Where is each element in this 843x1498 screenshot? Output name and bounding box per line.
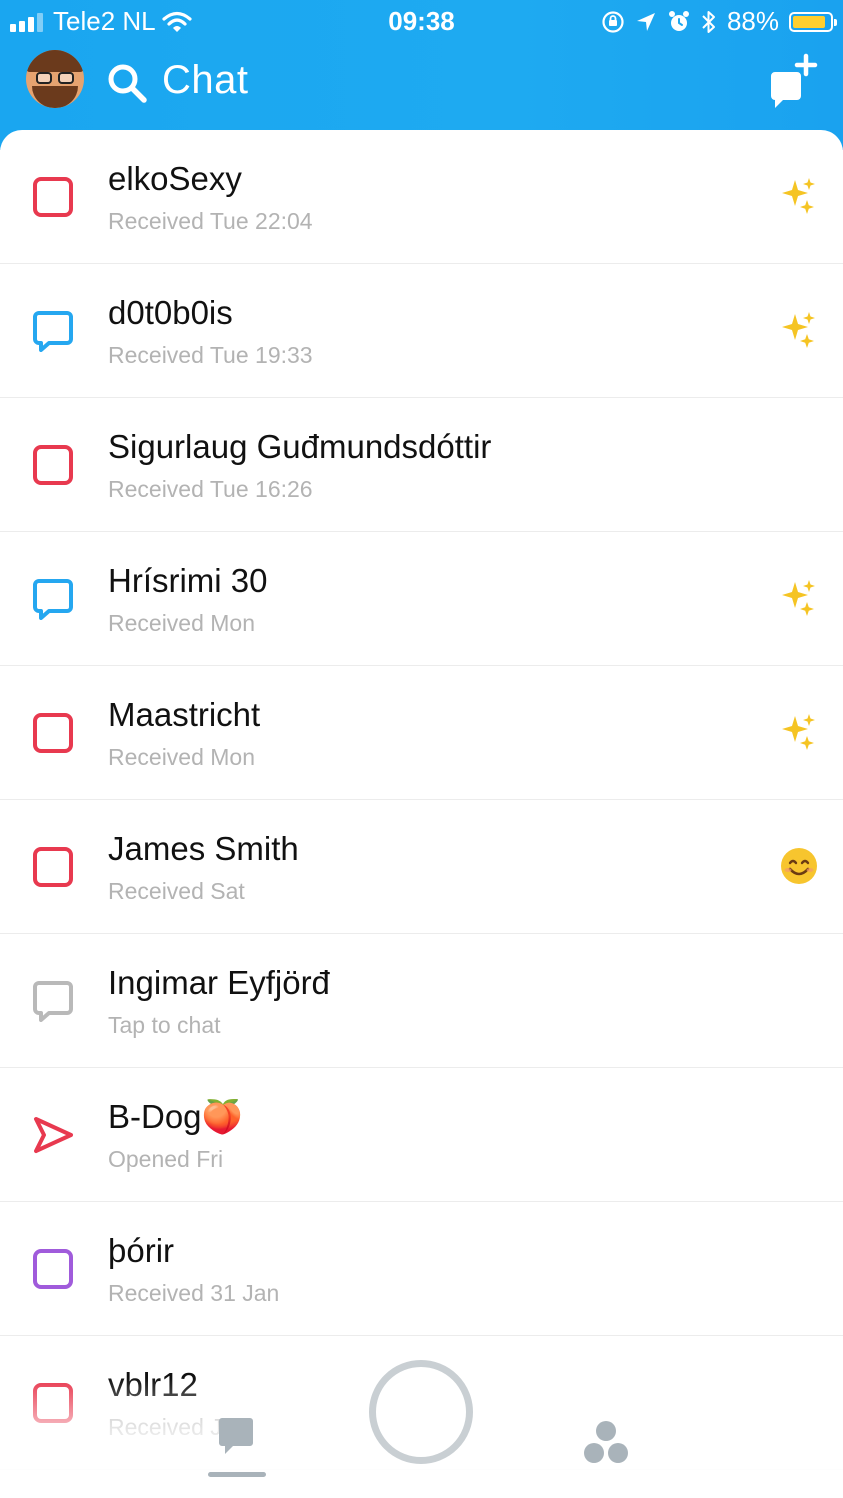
chat-nav-indicator bbox=[208, 1472, 266, 1477]
chat-name: Ingimar Eyfjörđ bbox=[108, 964, 330, 1001]
chat-row[interactable]: Maastricht Received Mon bbox=[0, 666, 843, 800]
battery-icon bbox=[789, 11, 837, 32]
chat-row[interactable]: Ingimar Eyfjörđ Tap to chat bbox=[0, 934, 843, 1068]
chat-row[interactable]: þórir Received 31 Jan bbox=[0, 1202, 843, 1336]
status-bar: Tele2 NL 09:38 88% bbox=[0, 0, 843, 44]
avatar-glasses bbox=[34, 72, 76, 84]
status-bar-right: 88% bbox=[601, 6, 837, 37]
chat-bubble-icon bbox=[33, 579, 73, 620]
snap-square-icon bbox=[33, 1249, 73, 1289]
snap-square-icon bbox=[33, 445, 73, 485]
snap-square-icon bbox=[33, 713, 73, 753]
battery-level bbox=[793, 15, 825, 28]
search-icon[interactable] bbox=[106, 62, 148, 104]
chat-row[interactable]: d0t0b0is Received Tue 19:33 bbox=[0, 264, 843, 398]
chat-status: Received 31 Jan bbox=[108, 1280, 280, 1306]
bitmoji-avatar[interactable] bbox=[26, 50, 84, 108]
capture-button[interactable] bbox=[369, 1360, 473, 1464]
sparkles-icon bbox=[782, 714, 815, 750]
avatar-hair bbox=[26, 50, 84, 72]
sparkles-icon bbox=[782, 312, 815, 348]
chat-bubble-icon bbox=[33, 311, 73, 352]
bottom-navigation bbox=[0, 1348, 843, 1498]
smiling-face-icon bbox=[781, 848, 817, 884]
app-header: Tele2 NL 09:38 88% Chat bbox=[0, 0, 843, 150]
chat-row[interactable]: elkoSexy Received Tue 22:04 bbox=[0, 130, 843, 264]
chat-row[interactable]: Sigurlaug Guđmundsdóttir Received Tue 16:… bbox=[0, 398, 843, 532]
chat-nav-icon[interactable] bbox=[218, 1416, 254, 1456]
sparkles-icon bbox=[782, 580, 815, 616]
chat-status: Received Tue 16:26 bbox=[108, 476, 313, 502]
chat-list[interactable]: elkoSexy Received Tue 22:04 d0t0b0is Receiv… bbox=[0, 130, 843, 1470]
new-chat-icon[interactable] bbox=[765, 52, 821, 110]
chat-name: þórir bbox=[108, 1232, 175, 1269]
alarm-clock-icon bbox=[668, 10, 689, 31]
top-bar: Chat bbox=[0, 44, 843, 130]
bluetooth-icon bbox=[702, 10, 715, 33]
chat-status: Received Mon bbox=[108, 610, 256, 636]
orientation-lock-icon bbox=[602, 10, 624, 33]
chat-name: Sigurlaug Guđmundsdóttir bbox=[108, 428, 492, 465]
chat-bubble-icon bbox=[33, 981, 73, 1022]
chat-status: Received Mon bbox=[108, 744, 256, 770]
snap-square-icon bbox=[33, 177, 73, 217]
sent-arrow-icon bbox=[34, 1117, 73, 1153]
page-title[interactable]: Chat bbox=[162, 58, 249, 103]
chat-name: elkoSexy bbox=[108, 160, 242, 197]
chat-name: B-Dog🍑 bbox=[108, 1098, 243, 1135]
chat-row[interactable]: James Smith Received Sat bbox=[0, 800, 843, 934]
chat-status: Received Tue 22:04 bbox=[108, 208, 313, 234]
chat-row[interactable]: Hrísrimi 30 Received Mon bbox=[0, 532, 843, 666]
chat-name: James Smith bbox=[108, 830, 299, 867]
sparkles-icon bbox=[782, 178, 815, 214]
battery-percent: 88% bbox=[726, 6, 779, 36]
location-arrow-icon bbox=[636, 12, 655, 31]
chat-status: Tap to chat bbox=[108, 1012, 221, 1038]
chat-status: Received Sat bbox=[108, 878, 245, 904]
chat-row[interactable]: B-Dog🍑 Opened Fri bbox=[0, 1068, 843, 1202]
chat-name: d0t0b0is bbox=[108, 294, 233, 331]
chat-name: Maastricht bbox=[108, 696, 261, 733]
chat-status: Opened Fri bbox=[108, 1146, 224, 1172]
avatar-beard bbox=[32, 86, 78, 108]
discover-icon[interactable] bbox=[583, 1420, 629, 1466]
chat-name: Hrísrimi 30 bbox=[108, 562, 268, 599]
chat-status: Received Tue 19:33 bbox=[108, 342, 313, 368]
snap-square-icon bbox=[33, 847, 73, 887]
